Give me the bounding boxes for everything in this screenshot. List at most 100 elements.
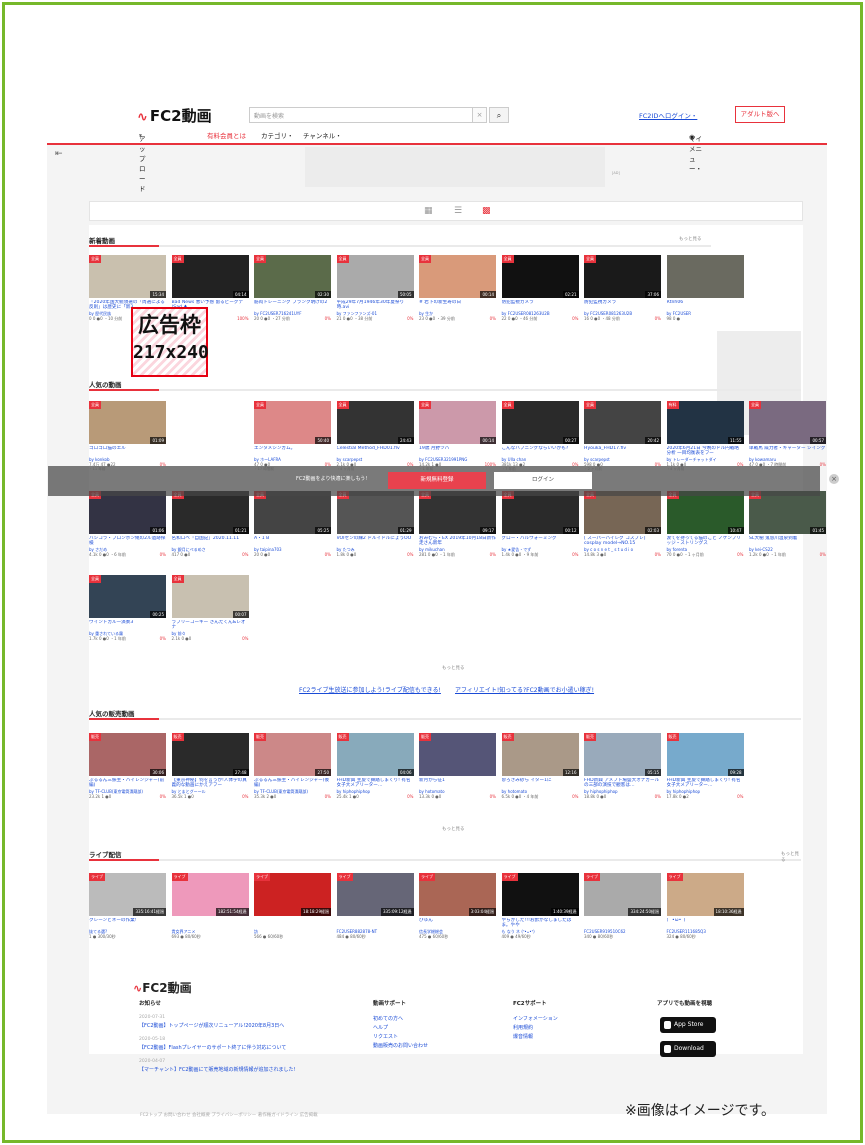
login-button[interactable]: ログイン bbox=[494, 472, 592, 489]
video-card[interactable]: 全員01:21名和ロベ「自国記」2020.11.11by 銀月にぺるめさ417 … bbox=[171, 491, 249, 557]
video-thumbnail[interactable]: 全員02:03 bbox=[584, 491, 661, 534]
video-title[interactable]: こんなハプニングならいいかも? bbox=[502, 446, 579, 457]
video-card[interactable]: Rtnh06 by FC2USER 98 0 ● bbox=[666, 255, 744, 321]
video-thumbnail[interactable]: 販売 04:06 bbox=[336, 733, 414, 776]
video-card[interactable]: 全員01:06ハシコラ・プロンボン俺の2ル遺跡探検by さだめ4.1k 0 ●0… bbox=[89, 491, 166, 557]
video-title[interactable]: 渡てを持ってる猫のこと ノケンブリッジ・ストリングス bbox=[667, 536, 744, 547]
video-thumbnail[interactable]: ライブ 18:18:29経過 bbox=[254, 873, 331, 916]
video-title[interactable]: クレーンとネーの作業! bbox=[89, 918, 166, 929]
collapse-arrow-icon[interactable]: ⇤ bbox=[55, 149, 63, 159]
affiliate-promo-link[interactable]: アフィリエイト!知ってる?FC2動画でお小遣い稼ぎ! bbox=[455, 685, 594, 694]
video-thumbnail[interactable]: 全員01:21 bbox=[171, 491, 249, 534]
video-card[interactable]: 全員05:25A・1 Bby taipina70320 0 ●00% bbox=[254, 491, 331, 557]
video-thumbnail[interactable]: 販売 30:06 bbox=[89, 733, 166, 776]
support-link[interactable]: リクエスト bbox=[373, 1033, 398, 1041]
video-title[interactable] bbox=[172, 918, 249, 929]
video-card[interactable]: 販売 05:15 FHD新興 アメフト場盛大オナガールの三部の演技で観客は… by h… bbox=[584, 733, 661, 799]
video-card[interactable]: 全員 00:07 ラブリーコーギー さんたくん&レオナ by 前々 2.1k 0 ●0 0… bbox=[171, 575, 249, 641]
fc2support-link[interactable]: 爆音情報 bbox=[513, 1033, 533, 1041]
more-link-sales[interactable]: もっと見る bbox=[442, 826, 465, 832]
support-link[interactable]: ヘルプ bbox=[373, 1024, 388, 1032]
video-thumbnail[interactable]: 全員 00:27 bbox=[501, 401, 579, 444]
video-title[interactable]: 名和ロベ「自国記」2020.11.11 bbox=[172, 536, 249, 547]
video-thumbnail[interactable]: ライブ 335:09:12経過 bbox=[336, 873, 414, 916]
video-thumbnail[interactable]: 販売 05:15 bbox=[584, 733, 661, 776]
video-title[interactable]: [ スーパーハイレグ コスプレ] cosplay model→NO.15 bbox=[584, 536, 661, 547]
video-title[interactable]: 平成29年7月1946年30年夏祭り時.avi bbox=[337, 300, 414, 311]
video-title[interactable]: 単戦馬 威力者・キャーター シイング bbox=[749, 446, 826, 457]
video-card[interactable]: 全員 02:30 筋肉トレーニング ブランク明けの2 by FC2USER716241… bbox=[254, 255, 331, 321]
live-promo-link[interactable]: FC2ライブ生放送に参加しよう!ライブ配信もできる! bbox=[299, 685, 441, 694]
video-title[interactable]: SL大樹 鬼怒川温泉到着 bbox=[749, 536, 826, 547]
video-title[interactable] bbox=[254, 918, 331, 929]
video-card[interactable]: 全員 50:05 平成29年7月1946年30年夏祭り時.avi by ファンファンズ… bbox=[336, 255, 414, 321]
video-card[interactable]: 全員 20:42 Hyouka_FHD17.flv by scarpepst 598 0… bbox=[584, 401, 661, 472]
video-card[interactable]: 有料 11:55 2020年6月21日 今晩のドル円戦略分析 一目均衡表をフー by … bbox=[666, 401, 744, 472]
video-title[interactable]: 2020年6月21日 今晩のドル円戦略分析 一目均衡表をフー bbox=[667, 446, 744, 457]
video-title[interactable]: ぴゅん bbox=[419, 918, 496, 929]
search-icon[interactable]: ⌕ bbox=[489, 107, 509, 123]
search-input[interactable]: 動画を検索 bbox=[249, 107, 473, 123]
android-app-badge[interactable]: Download bbox=[660, 1041, 716, 1057]
video-thumbnail[interactable]: 全員01:06 bbox=[89, 491, 166, 534]
video-thumbnail[interactable]: 販売 27:48 bbox=[171, 733, 249, 776]
fc2-logo[interactable]: ∿ FC2動画 bbox=[137, 105, 212, 126]
video-card[interactable]: ライブ 1:40:39経過 やらかした!!!お酢がなしましたはま。ややも なう ネ … bbox=[501, 873, 579, 939]
video-thumbnail[interactable]: 全員 50:05 bbox=[336, 255, 414, 298]
video-thumbnail[interactable]: 全員01:45 bbox=[749, 491, 826, 534]
video-title[interactable]: ( ´•ω•`) bbox=[667, 918, 744, 929]
video-title[interactable]: やらかした!!!お酢がなしましたはま。やや bbox=[502, 918, 579, 929]
video-card[interactable]: 販売 27:50 ぶるるん三振主・バイレンジャー(後編) by TF-CLUB(東京電… bbox=[254, 733, 331, 799]
video-thumbnail[interactable]: 全員 15:34 bbox=[89, 255, 166, 298]
video-card[interactable]: 販売 04:06 FHD新興 主旋で舞踏しまくり! 有名女子大メアリーター… by h… bbox=[336, 733, 414, 799]
video-thumbnail[interactable]: 全員 00:14 bbox=[419, 401, 496, 444]
video-card[interactable]: 全員 00:14 19歳 月野ツバ by FC2USER321991PNG 14.2k … bbox=[419, 401, 496, 472]
video-title[interactable]: おみむら・EX 2019年10月18日新作走さん新年 bbox=[419, 536, 496, 547]
video-thumbnail[interactable]: 全員 02:30 bbox=[254, 255, 331, 298]
video-title[interactable]: VOIセンの練2 ドルイドルにょうOO bbox=[337, 536, 414, 547]
video-title[interactable]: FHD新興 主旋で舞踏しまくり! 有名女子大メアリーター… bbox=[667, 778, 744, 789]
video-title[interactable]: 新月から征1 bbox=[419, 778, 496, 789]
login-help-link[interactable]: FC2IDへログイン・ bbox=[639, 110, 697, 120]
news-link[interactable]: 【FC2動画】Flashプレイヤーのサポート終了に伴う対応について bbox=[139, 1044, 286, 1052]
video-card[interactable]: 販売 新月から征1 by hotomato 13.3k 0 ●0 0% bbox=[419, 733, 496, 799]
video-thumbnail[interactable]: ライブ 3:03:04経過 bbox=[419, 873, 496, 916]
video-title[interactable]: Celestial Method_FHD01.flv bbox=[337, 446, 414, 457]
video-title[interactable]: 防犯監視カメラ bbox=[584, 300, 661, 311]
video-thumbnail[interactable]: ライブ 335:16:41経過 bbox=[89, 873, 166, 916]
video-thumbnail[interactable]: ライブ 334:24:50経過 bbox=[584, 873, 661, 916]
channel-menu[interactable]: チャンネル・ bbox=[303, 130, 342, 140]
video-thumbnail[interactable]: 全員 04:14 bbox=[171, 255, 249, 298]
video-card[interactable]: ライブ 3:03:04経過 ぴゅん 信長学総総会 475 ● 60/60秒 bbox=[419, 873, 496, 939]
video-card[interactable]: 全員 00:57 単戦馬 威力者・キャーター シイング by kowamaru 47 0… bbox=[749, 401, 826, 467]
video-title[interactable]: エンタメシンガム。 bbox=[254, 446, 331, 457]
video-card[interactable]: 全員01:45SL大樹 鬼怒川温泉到着by kei-CS221.2k 0 ●0 … bbox=[749, 491, 826, 557]
video-card[interactable]: 全員 00:27 こんなハプニングならいいかも? by Ulla chan 381k 1… bbox=[501, 401, 579, 472]
video-thumbnail[interactable]: 全員01:29 bbox=[336, 491, 414, 534]
video-thumbnail[interactable]: 販売 09:28 bbox=[666, 733, 744, 776]
video-card[interactable]: 全員00:12グロー・バルウォーミングby ★愛告・でず1.4k 0 ●0 ・9… bbox=[501, 491, 579, 557]
more-link-popular[interactable]: もっと見る bbox=[442, 665, 465, 671]
video-thumbnail[interactable]: ライブ 182:51:54経過 bbox=[171, 873, 249, 916]
video-title[interactable]: ぶるるん三振主・バイレンジャー(後編) bbox=[254, 778, 331, 789]
video-card[interactable]: 全員01:09ゴロゴロ猫のエルby konkob7.4万 47 ●220%・11… bbox=[89, 401, 166, 472]
video-title[interactable]: # 若下の新生寿の日 bbox=[419, 300, 496, 311]
video-card[interactable]: ライブ 182:51:54経過 貴女界アニメ 693 ● 80/60秒 bbox=[171, 873, 249, 939]
news-link[interactable]: 【FC2動画】トップページが順次リニューアル!2020年8月3日へ bbox=[139, 1022, 284, 1030]
video-card[interactable]: ライブ 18:10:36経過( ´•ω•`) FC2USER111685Q3 324 … bbox=[666, 873, 744, 939]
video-thumbnail[interactable]: 全員00:12 bbox=[501, 491, 579, 534]
video-title[interactable]: Hyouka_FHD17.flv bbox=[584, 446, 661, 457]
video-thumbnail[interactable]: 販売 bbox=[419, 733, 496, 776]
search-clear-button[interactable]: × bbox=[473, 107, 487, 123]
video-title[interactable]: 防犯監視カメラ bbox=[502, 300, 579, 311]
video-title[interactable]: ウイントカルー演奏3 bbox=[89, 620, 166, 631]
video-thumbnail[interactable]: 全員 37:06 bbox=[584, 255, 661, 298]
more-link-new[interactable]: もっと見る bbox=[679, 236, 702, 242]
support-link[interactable]: 初めての方へ bbox=[373, 1015, 403, 1023]
grid-view-icon[interactable]: ▦ bbox=[424, 206, 433, 216]
video-title[interactable]: ラブリーコーギー さんたくん&レオナ bbox=[172, 620, 249, 631]
video-card[interactable]: ライブ 334:24:50経過 FC2USER919510C62 340 ● 80/6… bbox=[584, 873, 661, 939]
video-card[interactable]: 全員 00:25 ウイントカルー演奏3 by 重されている霧 1.7k 0 ●0 ・1 … bbox=[89, 575, 166, 641]
video-thumbnail[interactable]: 全員 24:43 bbox=[336, 401, 414, 444]
video-card[interactable]: ライブ 335:09:12経過 FC2USER882878-NT 484 ● 80/6… bbox=[336, 873, 414, 939]
